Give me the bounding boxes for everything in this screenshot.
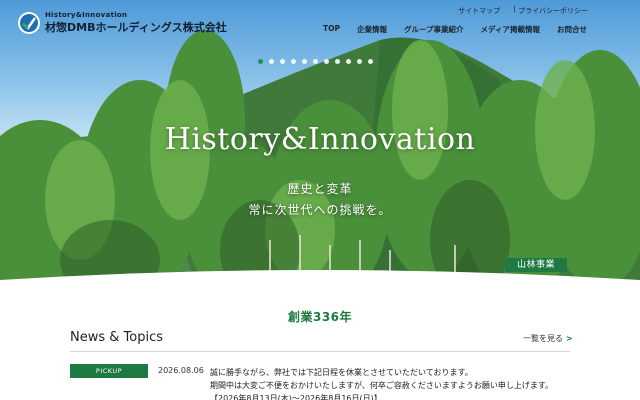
- privacy-policy-link[interactable]: プライバシーポリシー: [518, 6, 588, 16]
- slide-dot[interactable]: [302, 59, 307, 64]
- hero-bottom-curve: [0, 270, 640, 308]
- news-line: 誠に勝手ながら、弊社では下記日程を休業とさせていただいております。: [210, 368, 473, 377]
- slide-dot[interactable]: [291, 59, 296, 64]
- slide-dot[interactable]: [368, 59, 373, 64]
- news-divider: [70, 351, 570, 352]
- site-header: History&Innovation 材惣DMBホールディングス株式会社 サイト…: [0, 0, 640, 46]
- nav-contact[interactable]: お問合せ: [557, 24, 587, 35]
- hero-tagline-1: 歴史と変革: [287, 182, 353, 196]
- utility-links: サイトマップ | プライバシーポリシー: [458, 5, 588, 16]
- news-date: 2026.08.06: [158, 366, 204, 375]
- slide-dot[interactable]: [346, 59, 351, 64]
- main-nav: TOP 企業情報 グループ事業紹介 メディア掲載情報 お問合せ: [323, 24, 587, 35]
- logo-mark-icon: [18, 12, 40, 34]
- nav-company-info[interactable]: 企業情報: [357, 24, 387, 35]
- company-logo[interactable]: History&Innovation 材惣DMBホールディングス株式会社: [18, 11, 227, 35]
- chevron-right-icon: >: [566, 334, 573, 343]
- slide-dot[interactable]: [280, 59, 285, 64]
- news-heading: News & Topics: [70, 330, 163, 345]
- hero-title: History&Innovation: [164, 122, 476, 157]
- util-separator: |: [513, 5, 516, 13]
- news-item[interactable]: 誠に勝手ながら、弊社では下記日程を休業とさせていただいております。 期間中は大変…: [210, 366, 553, 400]
- slide-dot[interactable]: [269, 59, 274, 64]
- slide-indicator[interactable]: [258, 59, 373, 64]
- news-line: 期間中は大変ご不便をおかけいたしますが、何卒ご容赦くださいますようお願い申し上げ…: [210, 381, 554, 390]
- nav-top[interactable]: TOP: [323, 24, 340, 35]
- news-more-link[interactable]: 一覧を見る >: [523, 333, 573, 344]
- company-name: 材惣DMBホールディングス株式会社: [45, 21, 227, 34]
- slide-dot[interactable]: [258, 59, 263, 64]
- anniversary-text: 創業336年: [287, 310, 353, 324]
- news-more-label: 一覧を見る: [523, 334, 563, 343]
- nav-media[interactable]: メディア掲載情報: [481, 24, 540, 35]
- nav-group-business[interactable]: グループ事業紹介: [404, 24, 464, 35]
- slide-dot[interactable]: [324, 59, 329, 64]
- logo-tagline: History&Innovation: [45, 11, 128, 19]
- pickup-badge: PICKUP: [70, 364, 148, 378]
- slide-dot[interactable]: [357, 59, 362, 64]
- hero-tagline-2: 常に次世代への挑戦を。: [248, 203, 392, 217]
- news-line: 【2026年8月13日(木)～2026年8月16日(日)】: [210, 394, 382, 400]
- slide-dot[interactable]: [313, 59, 318, 64]
- sitemap-link[interactable]: サイトマップ: [458, 6, 500, 16]
- slide-dot[interactable]: [335, 59, 340, 64]
